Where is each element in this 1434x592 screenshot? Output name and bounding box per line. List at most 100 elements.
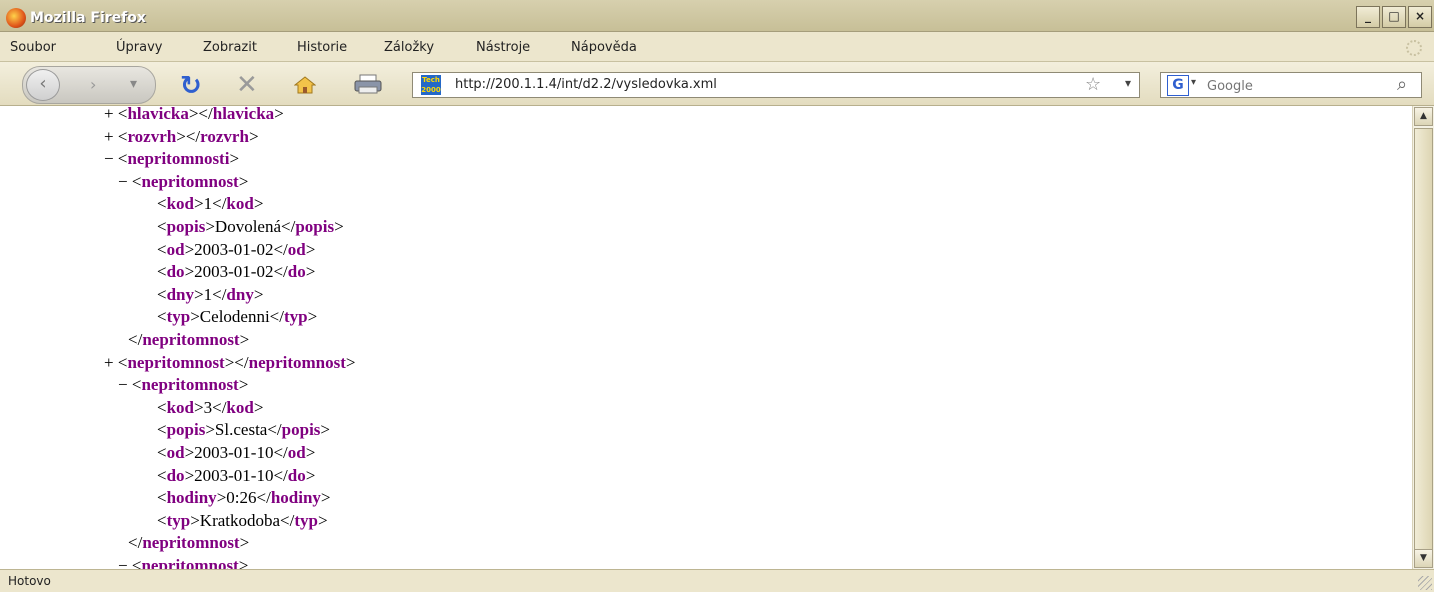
xml-text: <: [157, 194, 167, 214]
stop-icon[interactable]: ✕: [236, 70, 258, 100]
menu-bar: Soubor Úpravy Zobrazit Historie Záložky …: [0, 32, 1434, 62]
xml-tag-name: nepritomnosti: [127, 149, 230, 169]
vertical-scrollbar[interactable]: ▲ ▼: [1412, 106, 1434, 569]
xml-tag-name: popis: [281, 420, 321, 440]
xml-tag-name: rozvrh: [200, 126, 249, 146]
xml-text: <: [157, 510, 167, 530]
search-input[interactable]: [1205, 74, 1389, 98]
xml-tag-name: od: [166, 443, 185, 462]
xml-line: <popis>Sl.cesta</popis>: [157, 419, 330, 441]
search-engine-dropdown-icon[interactable]: ▾: [1191, 77, 1196, 88]
print-icon[interactable]: [354, 74, 382, 94]
collapse-toggle[interactable]: −: [118, 556, 132, 569]
status-bar: Hotovo: [0, 569, 1434, 592]
close-button[interactable]: ×: [1408, 6, 1432, 28]
scroll-up-button[interactable]: ▲: [1414, 107, 1433, 126]
xml-line: <typ>Celodenni</typ>: [157, 306, 317, 328]
xml-text: </: [128, 533, 143, 553]
xml-line: <do>2003-01-02</do>: [157, 261, 315, 283]
menu-napoveda[interactable]: Nápověda: [571, 40, 637, 55]
xml-tag-name: hlavicka: [212, 106, 275, 123]
search-engine-icon[interactable]: G: [1167, 75, 1189, 96]
xml-tag-name: nepritomnost: [142, 533, 240, 553]
xml-text: >2003-01-02</: [184, 262, 288, 282]
search-magnifier-icon[interactable]: ⌕: [1397, 74, 1407, 95]
xml-text: ></: [224, 352, 249, 372]
collapse-toggle[interactable]: +: [104, 106, 118, 123]
minimize-button[interactable]: _: [1356, 6, 1380, 28]
menu-soubor[interactable]: Soubor: [10, 40, 56, 55]
navigation-toolbar: ‹ › ▾ ↻ ✕ Tech 2000 http://200.1.1.4/int…: [0, 62, 1434, 106]
history-dropdown-icon[interactable]: ▾: [130, 76, 137, 92]
window-controls: _ □ ×: [1356, 6, 1432, 28]
xml-tag-name: typ: [294, 510, 318, 530]
xml-text: >: [238, 556, 249, 569]
xml-tag-name: do: [287, 262, 306, 282]
xml-text: >: [320, 488, 331, 508]
xml-line: + <nepritomnost></nepritomnost>: [104, 352, 356, 374]
menu-zalozky[interactable]: Záložky: [384, 40, 434, 55]
xml-text: <: [157, 284, 167, 304]
xml-text: >1</: [194, 194, 227, 214]
menu-zobrazit[interactable]: Zobrazit: [203, 40, 257, 55]
xml-tag-name: kod: [166, 397, 195, 417]
xml-line: − <nepritomnost>: [118, 374, 248, 396]
collapse-toggle[interactable]: −: [118, 375, 132, 394]
scroll-down-button[interactable]: ▼: [1414, 549, 1433, 568]
xml-text: >3</: [194, 397, 227, 417]
xml-document-view: + <hlavicka></hlavicka> + <rozvrh></rozvr…: [0, 106, 1412, 569]
resize-grip-icon[interactable]: [1418, 576, 1432, 590]
xml-text: >2003-01-10</: [184, 465, 288, 485]
scroll-thumb[interactable]: [1414, 128, 1433, 558]
forward-icon[interactable]: ›: [90, 75, 96, 94]
xml-text: >: [334, 217, 344, 236]
xml-text: >: [320, 420, 330, 440]
xml-tag-name: nepritomnost: [127, 352, 225, 372]
xml-text: ></: [176, 126, 201, 146]
xml-text: >: [305, 443, 316, 462]
search-box[interactable]: G ▾ ⌕: [1160, 72, 1422, 98]
menu-historie[interactable]: Historie: [297, 40, 347, 55]
xml-text: <: [117, 149, 128, 169]
xml-text: >: [305, 465, 316, 485]
xml-line: <od>2003-01-10</od>: [157, 442, 315, 464]
collapse-toggle[interactable]: +: [104, 127, 118, 146]
throbber-icon: [1406, 40, 1422, 56]
xml-tag-name: od: [287, 239, 306, 259]
xml-text: <: [157, 307, 167, 327]
xml-text: <: [131, 375, 142, 395]
xml-text: </: [128, 330, 143, 349]
url-bar[interactable]: Tech 2000 http://200.1.1.4/int/d2.2/vysl…: [412, 72, 1140, 98]
xml-tag-name: nepritomnost: [141, 171, 239, 191]
xml-text: <: [157, 465, 167, 485]
home-icon[interactable]: [294, 76, 316, 94]
xml-tag-name: kod: [226, 397, 254, 417]
bookmark-star-icon[interactable]: ☆: [1085, 74, 1101, 95]
xml-text: <: [117, 352, 128, 372]
xml-text: >2003-01-02</: [184, 239, 288, 259]
xml-text: >: [239, 533, 250, 553]
reload-icon[interactable]: ↻: [180, 71, 202, 101]
menu-nastroje[interactable]: Nástroje: [476, 40, 530, 55]
xml-text: >: [274, 106, 284, 123]
xml-tag-name: nepritomnost: [142, 330, 240, 349]
url-text[interactable]: http://200.1.1.4/int/d2.2/vysledovka.xml: [455, 77, 717, 92]
xml-text: >: [253, 194, 264, 214]
xml-text: <: [117, 106, 128, 123]
xml-text: >: [345, 352, 356, 372]
maximize-button[interactable]: □: [1382, 6, 1406, 28]
url-dropdown-icon[interactable]: ▾: [1125, 76, 1131, 90]
back-icon[interactable]: ‹: [26, 69, 60, 101]
collapse-toggle[interactable]: +: [104, 353, 118, 372]
xml-text: >: [248, 126, 259, 146]
xml-line: <kod>3</kod>: [157, 397, 263, 419]
collapse-toggle[interactable]: −: [118, 172, 132, 191]
menu-upravy[interactable]: Úpravy: [116, 40, 162, 55]
xml-line: <do>2003-01-10</do>: [157, 465, 315, 487]
xml-text: <: [157, 217, 167, 236]
collapse-toggle[interactable]: −: [104, 149, 118, 168]
xml-line: <od>2003-01-02</od>: [157, 239, 315, 261]
xml-text: <: [157, 239, 167, 259]
xml-text: >Kratkodoba</: [190, 510, 295, 530]
xml-tag-name: kod: [166, 194, 195, 214]
